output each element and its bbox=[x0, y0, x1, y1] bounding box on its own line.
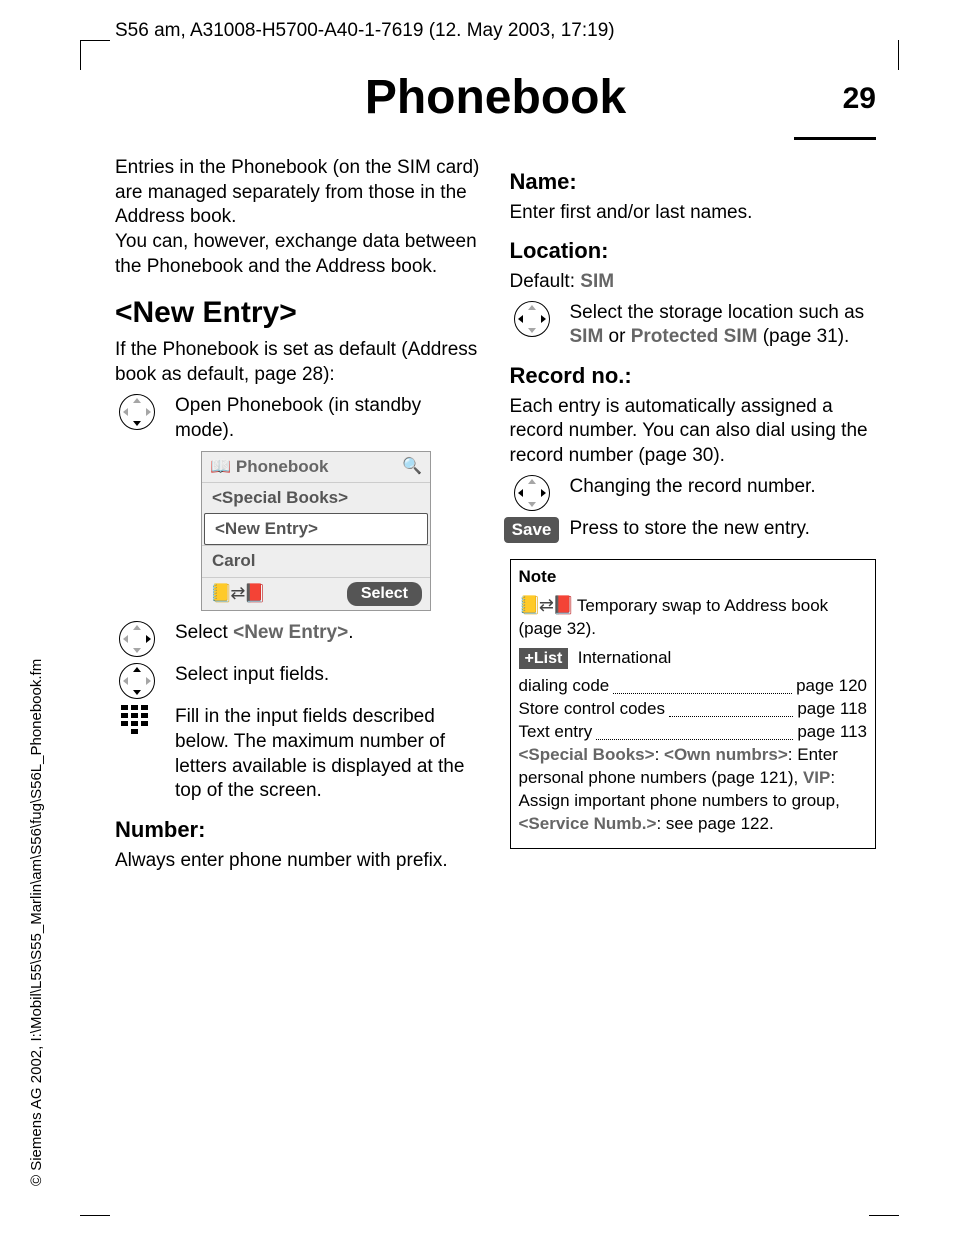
document-header: S56 am, A31008-H5700-A40-1-7619 (12. May… bbox=[115, 20, 615, 42]
text-fragment: International bbox=[578, 648, 672, 667]
fill-fields-text: Fill in the input fields described below… bbox=[175, 705, 482, 804]
text-emphasis: <New Entry> bbox=[233, 622, 348, 643]
text-fragment: : see page 122. bbox=[656, 814, 773, 833]
text-fragment: Select bbox=[175, 622, 233, 643]
crop-mark bbox=[80, 40, 110, 70]
softkey-select: Select bbox=[347, 582, 422, 607]
record-intro: Each entry is automatically assigned a r… bbox=[510, 395, 877, 469]
crop-mark bbox=[869, 1215, 899, 1216]
text-emphasis: <Own numbrs> bbox=[664, 745, 788, 764]
open-phonebook-text: Open Phonebook (in standby mode). bbox=[175, 394, 482, 443]
dpad-updown-icon bbox=[119, 663, 155, 699]
text-fragment: Text entry bbox=[519, 721, 593, 744]
save-softkey: Save bbox=[504, 517, 560, 543]
name-text: Enter first and/or last names. bbox=[510, 201, 877, 226]
phonebook-icon: 📖 Phonebook bbox=[210, 456, 328, 478]
note-swap: 📒⇄📕 Temporary swap to Address book (page… bbox=[519, 593, 868, 641]
text-fragment: Store control codes bbox=[519, 698, 665, 721]
change-record-text: Changing the record number. bbox=[570, 475, 877, 500]
location-text: Select the storage location such as SIM … bbox=[570, 301, 877, 350]
text-emphasis: Protected SIM bbox=[631, 326, 758, 347]
phone-screen-mock: 📖 Phonebook 🔍 <Special Books> <New Entry… bbox=[201, 451, 431, 611]
screen-title: Phonebook bbox=[236, 457, 329, 476]
keypad-icon bbox=[121, 705, 153, 733]
screen-row-new-entry: <New Entry> bbox=[204, 513, 428, 545]
text-fragment: . bbox=[348, 622, 353, 643]
heading-new-entry: <New Entry> bbox=[115, 293, 482, 332]
text-emphasis: <Service Numb.> bbox=[519, 814, 657, 833]
crop-mark bbox=[80, 1215, 110, 1216]
select-input-fields-text: Select input fields. bbox=[175, 663, 482, 688]
text-emphasis: SIM bbox=[580, 271, 614, 292]
dpad-leftright-icon bbox=[514, 301, 550, 337]
text-fragment: Select the storage location such as bbox=[570, 302, 865, 323]
dpad-leftright-icon bbox=[514, 475, 550, 511]
book-swap-icon: 📒⇄📕 bbox=[210, 582, 264, 605]
book-swap-icon: 📒⇄📕 bbox=[519, 595, 573, 615]
save-text: Press to store the new entry. bbox=[570, 517, 877, 542]
document-side-path: © Siemens AG 2002, I:\Mobil\L55\S55_Marl… bbox=[28, 659, 45, 1186]
crop-mark bbox=[898, 40, 899, 70]
page-ref: page 120 bbox=[796, 675, 867, 698]
note-store-codes: Store control codes page 118 bbox=[519, 698, 868, 721]
text-emphasis: <Special Books> bbox=[519, 745, 655, 764]
dpad-right-icon bbox=[119, 621, 155, 657]
note-special-books: <Special Books>: <Own numbrs>: Enter per… bbox=[519, 744, 868, 836]
title-underline bbox=[794, 137, 876, 140]
heading-record: Record no.: bbox=[510, 362, 877, 391]
heading-number: Number: bbox=[115, 816, 482, 845]
note-box: Note 📒⇄📕 Temporary swap to Address book … bbox=[510, 559, 877, 849]
number-text: Always enter phone number with prefix. bbox=[115, 849, 482, 874]
page-number: 29 bbox=[843, 82, 876, 116]
note-text-entry: Text entry page 113 bbox=[519, 721, 868, 744]
list-button: +List bbox=[519, 648, 569, 670]
text-emphasis: VIP bbox=[803, 768, 830, 787]
text-emphasis: SIM bbox=[570, 326, 604, 347]
screen-row-carol: Carol bbox=[202, 545, 430, 576]
note-title: Note bbox=[519, 566, 868, 589]
page-ref: page 118 bbox=[797, 698, 867, 721]
text-fragment: Default: bbox=[510, 271, 581, 292]
page-title: Phonebook bbox=[365, 70, 626, 125]
text-fragment: or bbox=[603, 326, 630, 347]
search-icon: 🔍 bbox=[402, 457, 422, 478]
text-fragment: (page 31). bbox=[757, 326, 849, 347]
intro-paragraph: Entries in the Phonebook (on the SIM car… bbox=[115, 156, 482, 279]
screen-row-special: <Special Books> bbox=[202, 482, 430, 513]
heading-name: Name: bbox=[510, 168, 877, 197]
note-intl-line1: +List International bbox=[519, 647, 868, 670]
location-default: Default: SIM bbox=[510, 270, 877, 295]
dpad-down-icon bbox=[119, 394, 155, 430]
heading-location: Location: bbox=[510, 237, 877, 266]
note-intl-line2: dialing code page 120 bbox=[519, 675, 868, 698]
text-fragment: : bbox=[655, 745, 664, 764]
new-entry-desc: If the Phonebook is set as default (Addr… bbox=[115, 338, 482, 387]
page-ref: page 113 bbox=[797, 721, 867, 744]
text-fragment: dialing code bbox=[519, 675, 610, 698]
select-new-entry-text: Select <New Entry>. bbox=[175, 621, 482, 646]
